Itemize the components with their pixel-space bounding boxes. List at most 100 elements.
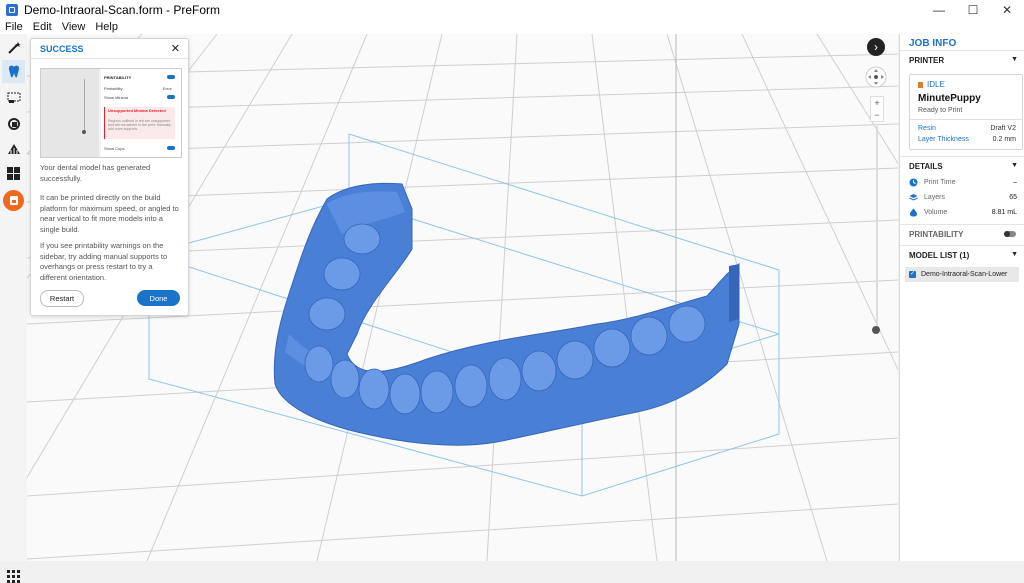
sidebar-title: JOB INFO	[909, 38, 957, 49]
preform-app-icon	[6, 4, 18, 16]
layer-thickness-value: 0.2 mm	[992, 136, 1016, 143]
model-checkbox[interactable]: ✓	[909, 271, 916, 278]
printability-toggle[interactable]	[1004, 231, 1016, 237]
volume-value: 8.81 mL	[991, 209, 1017, 216]
dialog-close-button[interactable]: ✕	[171, 42, 180, 55]
preview-cups-toggle	[167, 146, 175, 150]
model-list-item[interactable]: ✓ Demo-Intraoral-Scan-Lower	[905, 267, 1019, 282]
model-name: Demo-Intraoral-Scan-Lower	[921, 271, 1008, 278]
left-toolbar	[0, 34, 28, 583]
printability-section-label: PRINTABILITY	[909, 230, 964, 239]
print-tool[interactable]	[3, 190, 24, 211]
preview-row-minima: Show Minima	[104, 95, 129, 100]
dental-tool[interactable]	[2, 60, 25, 83]
restart-button[interactable]: Restart	[40, 290, 84, 307]
preview-slider-knob	[82, 130, 86, 134]
layer-slider-handle[interactable]	[872, 326, 880, 334]
printer-status-text: IDLE	[927, 80, 945, 89]
section-details[interactable]: DETAILS ▼	[900, 156, 1024, 177]
preview-toggle	[167, 75, 175, 79]
menu-bar: File Edit View Help	[0, 20, 1024, 34]
layers-label: Layers	[923, 194, 945, 201]
preview-panel: PRINTABILITY Printability Error Show Min…	[101, 69, 181, 157]
zoom-in-button[interactable]: +	[871, 97, 883, 109]
printer-card-divider	[910, 119, 1022, 120]
layers-icon	[909, 194, 918, 201]
view-cube-icon[interactable]	[865, 66, 887, 88]
expand-sidebar-button[interactable]: ›	[867, 38, 885, 56]
printer-status: IDLE	[918, 80, 945, 89]
supports-icon	[7, 143, 20, 154]
preview-viewport	[41, 69, 99, 157]
printer-section-label: PRINTER	[909, 56, 945, 65]
zoom-controls: + −	[870, 96, 884, 122]
volume-row: Volume 8.81 mL	[909, 208, 1017, 222]
job-info-sidebar: JOB INFO PRINTER ▼ IDLE MinutePuppy Read…	[899, 34, 1024, 561]
zoom-out-button[interactable]: −	[871, 109, 883, 121]
menu-file[interactable]: File	[5, 21, 23, 33]
print-time-row: Print Time –	[909, 178, 1017, 192]
section-model-list[interactable]: MODEL LIST (1) ▼	[900, 245, 1024, 266]
window-title: Demo-Intraoral-Scan.form - PreForm	[24, 3, 221, 17]
magic-wand-tool[interactable]	[2, 36, 25, 59]
section-printability: PRINTABILITY	[900, 224, 1024, 245]
print-time-value: –	[1013, 179, 1017, 186]
chevron-down-icon: ▼	[1011, 251, 1018, 258]
volume-icon	[910, 208, 917, 217]
clock-icon	[909, 178, 918, 187]
magic-wand-icon	[7, 41, 21, 54]
select-tool[interactable]	[2, 86, 25, 109]
resin-value: Draft V2	[990, 125, 1016, 132]
dialog-preview-image: PRINTABILITY Printability Error Show Min…	[40, 68, 182, 158]
printer-status-icon	[918, 81, 923, 88]
apps-grid-icon[interactable]	[7, 570, 20, 583]
details-section-label: DETAILS	[909, 162, 943, 171]
resin-row[interactable]: Resin Draft V2	[918, 125, 1016, 132]
preview-slider	[84, 79, 85, 134]
dialog-title: SUCCESS	[40, 44, 84, 54]
layout-tool[interactable]	[2, 162, 25, 185]
printer-name: MinutePuppy	[918, 93, 981, 104]
chevron-down-icon: ▼	[1011, 162, 1018, 169]
printer-state: Ready to Print	[918, 107, 963, 114]
preview-warning-title: Unsupported Minima Detected	[108, 108, 166, 113]
dialog-divider	[31, 58, 188, 59]
tooth-icon	[8, 65, 19, 78]
select-box-icon	[7, 92, 20, 103]
menu-help[interactable]: Help	[95, 21, 118, 33]
printer-card[interactable]: IDLE MinutePuppy Ready to Print Resin Dr…	[909, 74, 1023, 150]
preview-row-printability: Printability	[104, 86, 123, 91]
orient-icon	[7, 117, 20, 130]
close-window-button[interactable]: ✕	[990, 0, 1024, 20]
print-time-label: Print Time	[923, 179, 956, 186]
chevron-down-icon: ▼	[1011, 56, 1018, 63]
minimize-button[interactable]: —	[922, 0, 956, 20]
success-dialog: SUCCESS ✕ PRINTABILITY Printability Erro…	[30, 38, 189, 316]
dialog-paragraph-1: Your dental model has generated successf…	[40, 163, 151, 183]
title-bar: Demo-Intraoral-Scan.form - PreForm — ☐ ✕	[0, 0, 1024, 20]
resin-label: Resin	[918, 125, 936, 132]
layout-icon	[7, 167, 20, 180]
layers-value: 65	[1009, 194, 1017, 201]
dialog-paragraph-3: If you see printability warnings on the …	[40, 241, 168, 282]
preview-minima-toggle	[167, 95, 175, 99]
layer-thickness-row[interactable]: Layer Thickness 0.2 mm	[918, 136, 1016, 143]
layer-slider-track[interactable]	[876, 126, 878, 331]
preview-row-cups: Show Cups	[104, 146, 125, 151]
supports-tool[interactable]	[2, 137, 25, 160]
done-button[interactable]: Done	[137, 290, 180, 306]
volume-label: Volume	[923, 209, 948, 216]
window-controls: — ☐ ✕	[922, 0, 1024, 20]
preview-heading: PRINTABILITY	[104, 75, 132, 80]
maximize-button[interactable]: ☐	[956, 0, 990, 20]
section-printer[interactable]: PRINTER ▼	[900, 50, 1024, 71]
layers-row: Layers 65	[909, 193, 1017, 207]
menu-edit[interactable]: Edit	[33, 21, 52, 33]
layer-thickness-label: Layer Thickness	[918, 136, 969, 143]
preview-warning-box: Unsupported Minima Detected Regions outl…	[104, 107, 175, 139]
preview-warning-body: Regions outlined in red are unsupported …	[108, 119, 171, 131]
dialog-paragraph-2: It can be printed directly on the build …	[40, 193, 179, 234]
menu-view[interactable]: View	[62, 21, 86, 33]
orient-tool[interactable]	[2, 112, 25, 135]
model-list-section-label: MODEL LIST (1)	[909, 251, 970, 260]
